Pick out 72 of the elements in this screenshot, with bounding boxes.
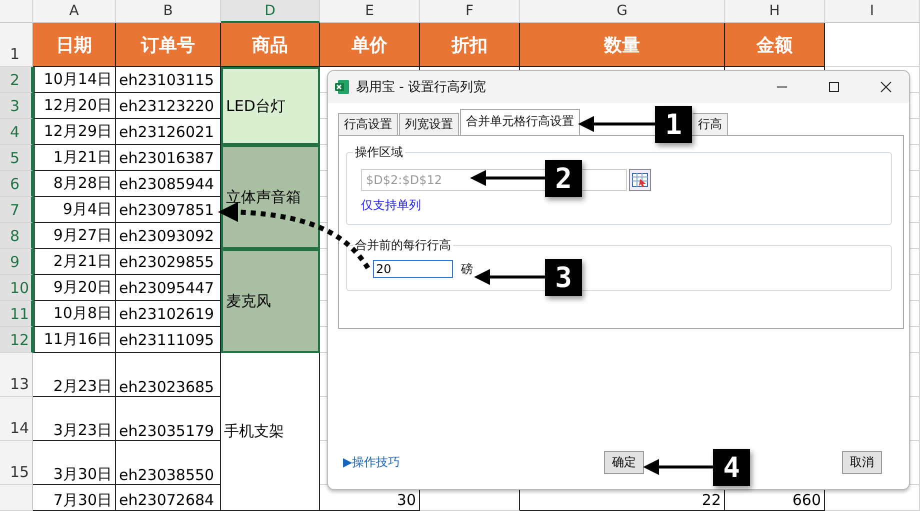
- row-header[interactable]: 14: [0, 397, 33, 441]
- group-label: 操作区域: [353, 144, 405, 161]
- row-header[interactable]: 1: [0, 23, 33, 67]
- row-header[interactable]: 3: [0, 93, 33, 119]
- header-cell: 商品: [221, 23, 320, 67]
- spreadsheet-app-icon: [334, 79, 350, 95]
- row-header[interactable]: 2: [0, 67, 33, 93]
- step-badge: 4: [713, 449, 750, 486]
- row-header[interactable]: 11: [0, 301, 33, 327]
- header-cell: 单价: [320, 23, 420, 67]
- row-header[interactable]: 6: [0, 171, 33, 197]
- step-badge: 1: [655, 106, 692, 143]
- table-cell: 2月21日: [33, 249, 116, 275]
- height-field[interactable]: 20: [373, 260, 453, 278]
- header-cell: 数量: [520, 23, 725, 67]
- row-header[interactable]: 10: [0, 275, 33, 301]
- header-cell: 折扣: [420, 23, 520, 67]
- row-header[interactable]: 9: [0, 249, 33, 275]
- merged-cell: 麦克风: [221, 249, 320, 353]
- merged-cell: 立体声音箱: [221, 145, 320, 249]
- unit-label: 磅: [461, 260, 473, 278]
- column-header[interactable]: A: [33, 0, 116, 23]
- ok-button[interactable]: 确定: [604, 451, 644, 474]
- column-header[interactable]: D: [221, 0, 320, 23]
- table-cell: 12月29日: [33, 119, 116, 145]
- tips-link[interactable]: ▶操作技巧: [343, 454, 400, 471]
- table-cell: 3月30日: [33, 441, 116, 485]
- merged-cell: LED台灯: [221, 67, 320, 145]
- cancel-button[interactable]: 取消: [842, 451, 882, 474]
- table-cell: 8月28日: [33, 171, 116, 197]
- group-label: 合并前的每行行高: [353, 237, 453, 254]
- row-header[interactable]: 12: [0, 327, 33, 353]
- table-cell: 2月23日: [33, 353, 116, 397]
- merged-cell: 手机支架: [221, 353, 320, 511]
- note-link[interactable]: 仅支持单列: [361, 197, 421, 214]
- table-cell: 7月30日: [33, 485, 116, 511]
- column-header[interactable]: B: [116, 0, 221, 23]
- column-header[interactable]: E: [320, 0, 420, 23]
- table-cell: 12月20日: [33, 93, 116, 119]
- step-badge: 2: [545, 160, 582, 197]
- table-cell: 10月14日: [33, 67, 116, 93]
- header-cell: 订单号: [116, 23, 221, 67]
- tab[interactable]: 行高设置: [338, 113, 398, 135]
- row-header[interactable]: 4: [0, 119, 33, 145]
- close-icon[interactable]: [878, 79, 894, 95]
- row-header[interactable]: 7: [0, 197, 33, 223]
- arrow: [474, 269, 545, 285]
- row-header[interactable]: 8: [0, 223, 33, 249]
- header-cell: 日期: [33, 23, 116, 67]
- column-header[interactable]: G: [520, 0, 725, 23]
- tab[interactable]: 行高: [693, 113, 728, 135]
- table-cell: 1月21日: [33, 145, 116, 171]
- row-header[interactable]: 5: [0, 145, 33, 171]
- window-title: 易用宝 - 设置行高列宽: [356, 79, 487, 96]
- table-cell: 9月20日: [33, 275, 116, 301]
- table-cell: 3月23日: [33, 397, 116, 441]
- header-cell: 金额: [725, 23, 825, 67]
- maximize-icon[interactable]: [826, 79, 842, 95]
- tab[interactable]: 列宽设置: [399, 113, 459, 135]
- column-header[interactable]: I: [825, 0, 920, 23]
- column-header[interactable]: F: [420, 0, 520, 23]
- step-badge: 3: [545, 259, 582, 296]
- row-header[interactable]: 13: [0, 353, 33, 397]
- table-cell: 11月16日: [33, 327, 116, 353]
- table-cell: 9月4日: [33, 197, 116, 223]
- range-picker-button[interactable]: [629, 169, 651, 191]
- tab[interactable]: 合并单元格行高设置: [460, 109, 580, 135]
- table-cell: 10月8日: [33, 301, 116, 327]
- table-cell: 9月27日: [33, 223, 116, 249]
- row-header[interactable]: 15: [0, 441, 33, 485]
- column-header[interactable]: H: [725, 0, 825, 23]
- arrow: [643, 459, 713, 475]
